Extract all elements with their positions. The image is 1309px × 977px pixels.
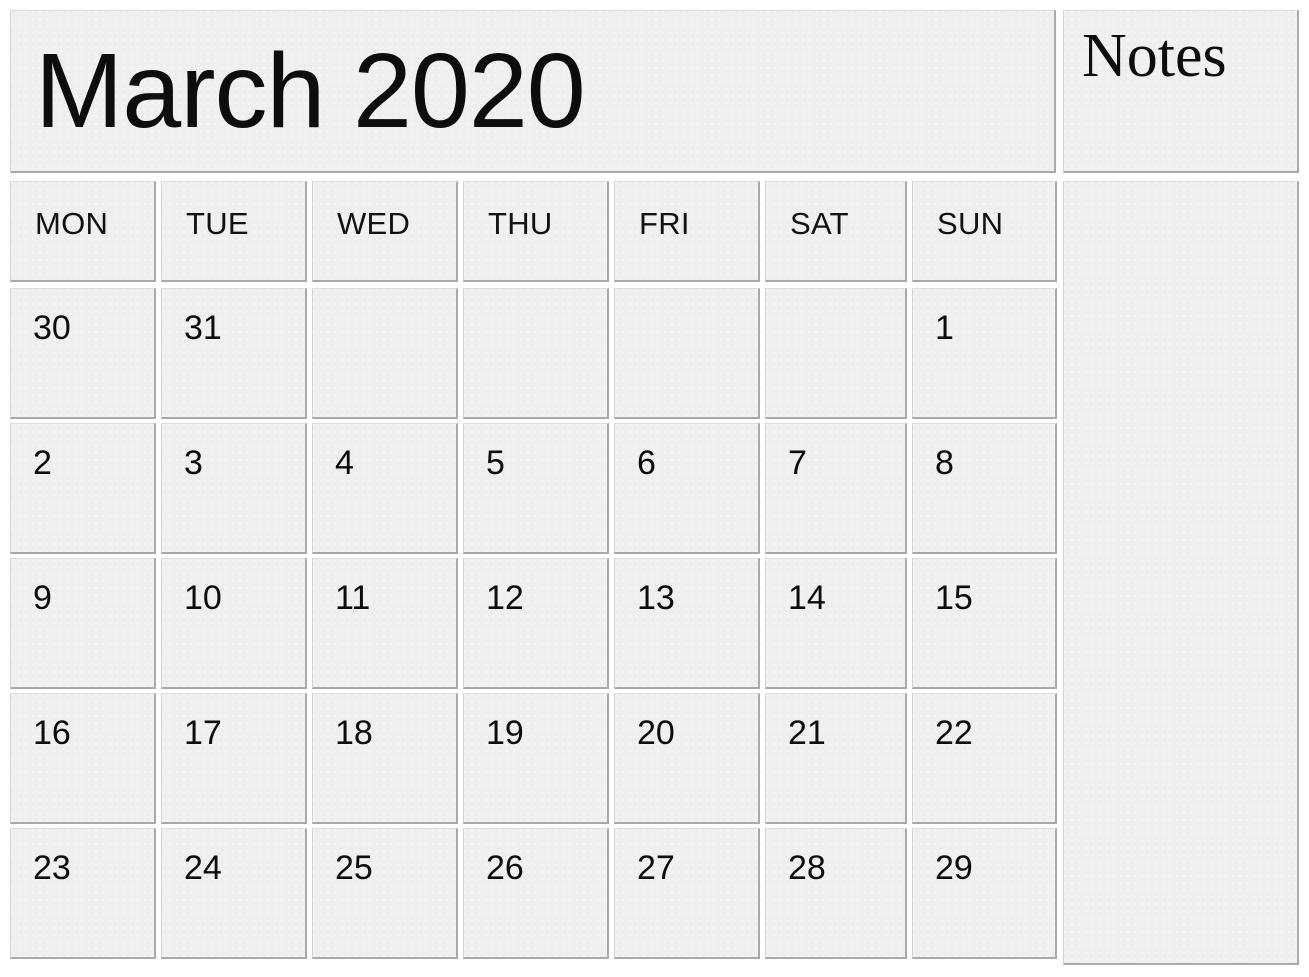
day-cell-19[interactable]: 19 (463, 693, 609, 824)
day-number: 17 (184, 714, 222, 752)
day-number: 26 (486, 849, 524, 887)
day-number: 7 (788, 444, 807, 482)
page-title: March 2020 (35, 32, 586, 150)
weekday-label: SUN (937, 206, 1004, 241)
weekday-header-fri: FRI (614, 181, 760, 282)
day-cell-9[interactable]: 9 (10, 558, 156, 689)
day-cell-7[interactable]: 7 (765, 423, 907, 554)
day-number: 18 (335, 714, 373, 752)
month-title-bar: March 2020 (10, 10, 1056, 173)
weekday-label: THU (488, 206, 553, 241)
day-number: 3 (184, 444, 203, 482)
day-cell-5[interactable]: 5 (463, 423, 609, 554)
day-cell-18[interactable]: 18 (312, 693, 458, 824)
day-number: 9 (33, 579, 52, 617)
weekday-label: MON (35, 206, 109, 241)
day-number: 22 (935, 714, 973, 752)
day-number: 15 (935, 579, 973, 617)
day-cell-3[interactable]: 3 (161, 423, 307, 554)
day-number: 24 (184, 849, 222, 887)
day-number: 28 (788, 849, 826, 887)
weekday-header-sun: SUN (912, 181, 1057, 282)
day-number: 4 (335, 444, 354, 482)
day-number: 1 (935, 309, 954, 347)
notes-body-panel[interactable] (1063, 181, 1299, 965)
weekday-header-sat: SAT (765, 181, 907, 282)
day-number: 30 (33, 309, 71, 347)
day-number: 31 (184, 309, 222, 347)
day-cell-12[interactable]: 12 (463, 558, 609, 689)
day-cell-25[interactable]: 25 (312, 828, 458, 959)
day-cell-empty[interactable] (463, 288, 609, 419)
day-number: 21 (788, 714, 826, 752)
day-number: 25 (335, 849, 373, 887)
day-number: 13 (637, 579, 675, 617)
notes-header-box: Notes (1063, 10, 1299, 173)
day-cell-29[interactable]: 29 (912, 828, 1057, 959)
day-cell-27[interactable]: 27 (614, 828, 760, 959)
day-cell-21[interactable]: 21 (765, 693, 907, 824)
weekday-header-wed: WED (312, 181, 458, 282)
day-number: 11 (335, 579, 371, 617)
day-cell-empty[interactable] (765, 288, 907, 419)
weekday-label: SAT (790, 206, 849, 241)
weekday-header-tue: TUE (161, 181, 307, 282)
day-cell-1[interactable]: 1 (912, 288, 1057, 419)
day-number: 12 (486, 579, 524, 617)
day-cell-11[interactable]: 11 (312, 558, 458, 689)
weekday-label: FRI (639, 206, 690, 241)
day-number: 10 (184, 579, 222, 617)
weekday-header-thu: THU (463, 181, 609, 282)
day-number: 27 (637, 849, 675, 887)
day-number: 8 (935, 444, 954, 482)
day-number: 19 (486, 714, 524, 752)
day-number: 5 (486, 444, 505, 482)
day-cell-empty[interactable] (614, 288, 760, 419)
day-number: 2 (33, 444, 52, 482)
day-cell-16[interactable]: 16 (10, 693, 156, 824)
day-cell-31[interactable]: 31 (161, 288, 307, 419)
day-number: 16 (33, 714, 71, 752)
weekday-label: TUE (186, 206, 249, 241)
day-cell-20[interactable]: 20 (614, 693, 760, 824)
day-cell-empty[interactable] (312, 288, 458, 419)
day-cell-2[interactable]: 2 (10, 423, 156, 554)
day-cell-4[interactable]: 4 (312, 423, 458, 554)
weekday-label: WED (337, 206, 411, 241)
day-cell-17[interactable]: 17 (161, 693, 307, 824)
day-cell-28[interactable]: 28 (765, 828, 907, 959)
day-cell-30[interactable]: 30 (10, 288, 156, 419)
day-number: 20 (637, 714, 675, 752)
day-number: 14 (788, 579, 826, 617)
day-number: 23 (33, 849, 71, 887)
day-cell-13[interactable]: 13 (614, 558, 760, 689)
day-cell-10[interactable]: 10 (161, 558, 307, 689)
day-cell-26[interactable]: 26 (463, 828, 609, 959)
day-cell-22[interactable]: 22 (912, 693, 1057, 824)
day-number: 6 (637, 444, 656, 482)
day-cell-15[interactable]: 15 (912, 558, 1057, 689)
day-cell-24[interactable]: 24 (161, 828, 307, 959)
day-cell-23[interactable]: 23 (10, 828, 156, 959)
weekday-header-mon: MON (10, 181, 156, 282)
day-number: 29 (935, 849, 973, 887)
day-cell-6[interactable]: 6 (614, 423, 760, 554)
day-cell-8[interactable]: 8 (912, 423, 1057, 554)
day-cell-14[interactable]: 14 (765, 558, 907, 689)
notes-heading: Notes (1082, 22, 1227, 90)
calendar-page: March 2020 Notes MON TUE WED THU FRI SAT SUN 30… (0, 0, 1309, 977)
